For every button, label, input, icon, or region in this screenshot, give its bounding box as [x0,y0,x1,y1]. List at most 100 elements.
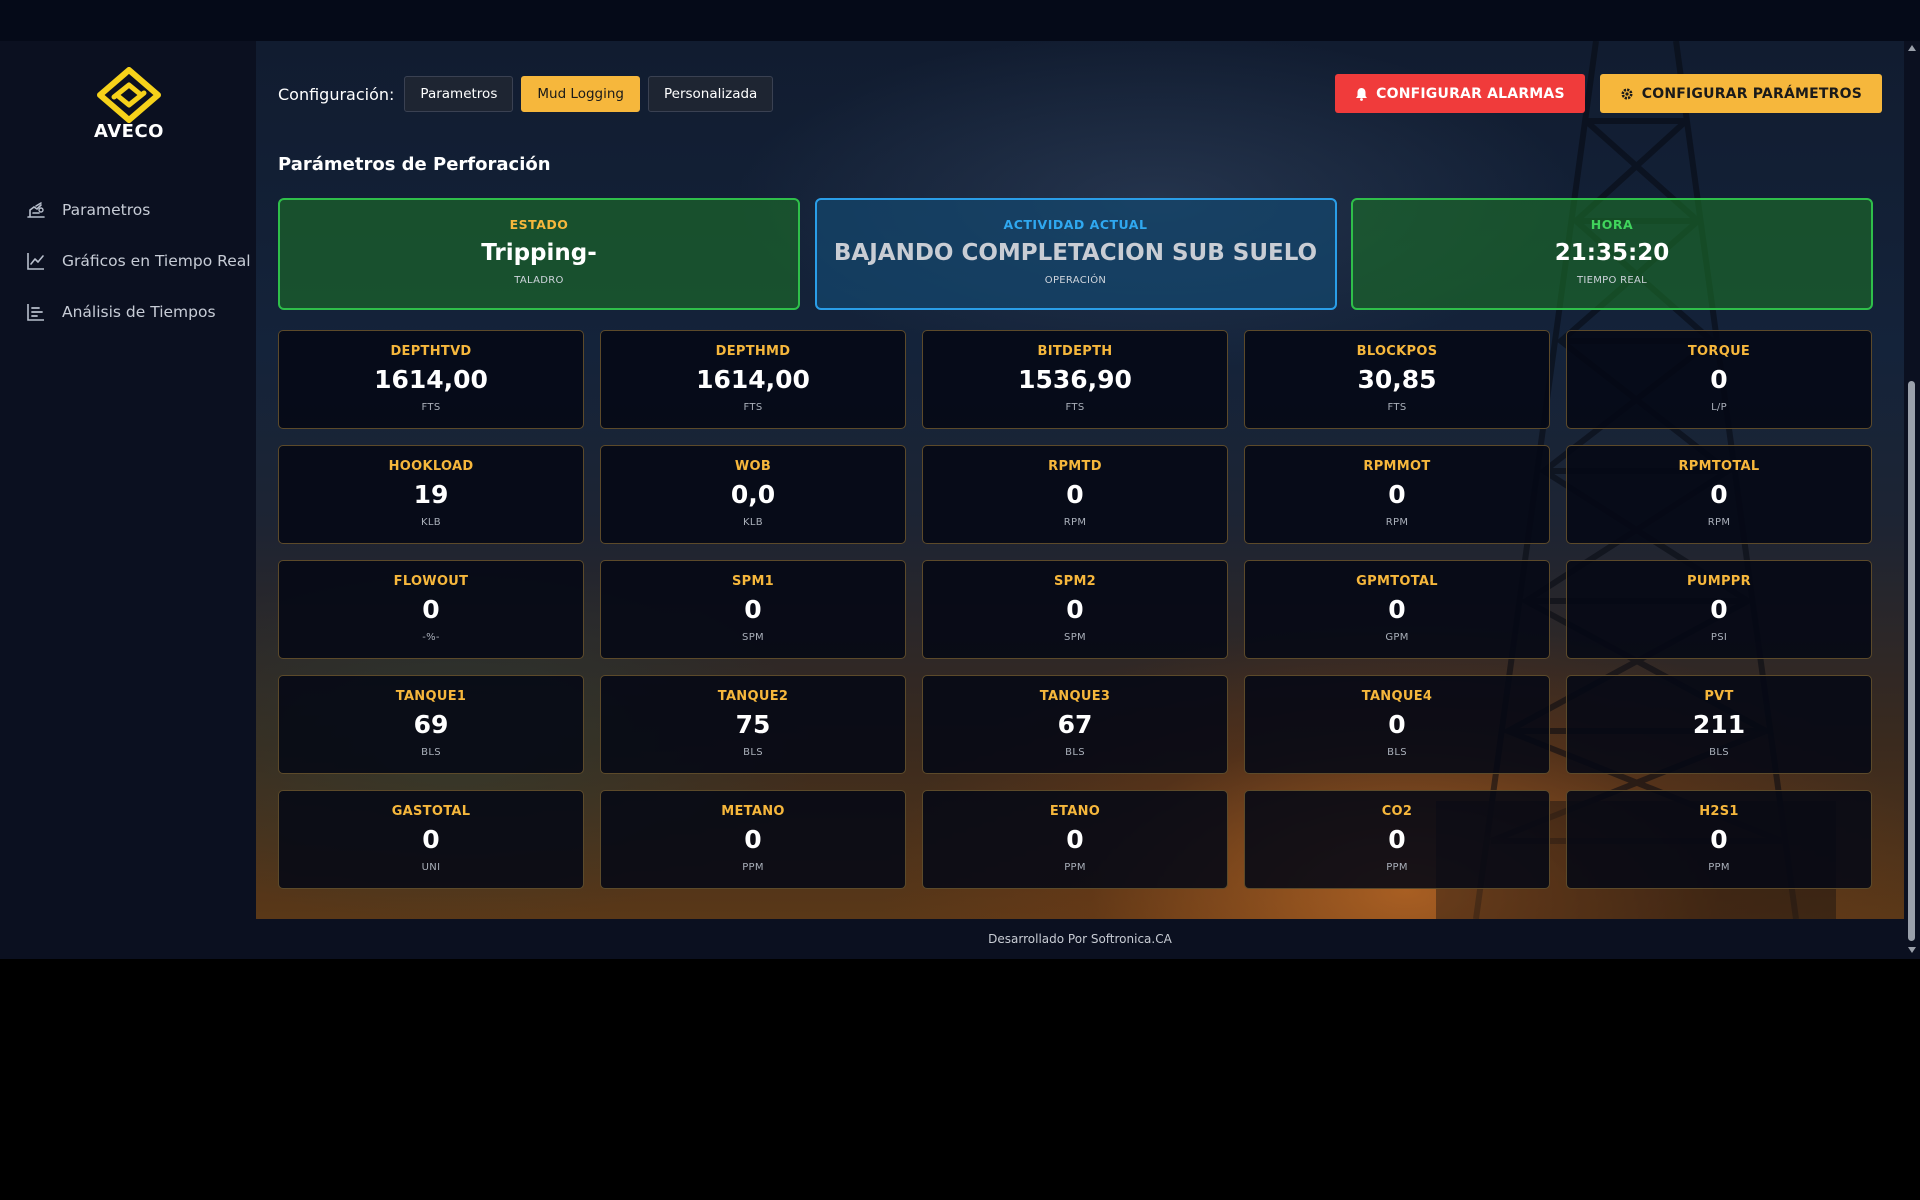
param-value: 0 [422,595,440,624]
param-name: TANQUE4 [1361,689,1433,704]
param-card-wob: WOB 0,0 KLB [600,445,906,544]
param-card-torque: TORQUE 0 L/P [1566,330,1872,429]
tab-parametros[interactable]: Parametros [404,76,514,112]
param-unit: L/P [1711,402,1727,413]
sidebar-item-graficos[interactable]: Gráficos en Tiempo Real [0,235,256,286]
param-name: DEPTHMD [715,344,791,359]
param-card-etano: ETANO 0 PPM [922,790,1228,889]
status-card-actividad: ACTIVIDAD ACTUAL BAJANDO COMPLETACION SU… [814,198,1337,310]
sidebar-item-label: Análisis de Tiempos [62,302,216,321]
param-name: DEPTHTVD [390,344,472,359]
param-value: 1614,00 [374,365,488,394]
param-card-tanque4: TANQUE4 0 BLS [1244,675,1550,774]
scroll-down-arrow[interactable] [1908,947,1916,953]
param-unit: PSI [1710,632,1728,643]
param-unit: FTS [421,402,441,413]
param-name: FLOWOUT [393,574,469,589]
param-value: 0,0 [730,480,776,509]
param-name: RPMTD [1048,459,1102,474]
param-value: 0 [1066,825,1084,854]
param-name: TANQUE3 [1039,689,1111,704]
param-name: PVT [1704,689,1734,704]
param-name: SPM2 [1053,574,1097,589]
status-card-hora: HORA 21:35:20 TIEMPO REAL [1351,198,1873,310]
param-unit: KLB [421,517,441,528]
param-value: 211 [1692,710,1746,739]
configure-params-button[interactable]: CONFIGURAR PARÁMETROS [1599,74,1882,113]
status-sublabel: TALADRO [514,275,564,286]
param-value: 69 [413,710,449,739]
param-unit: FTS [743,402,763,413]
param-name: PUMPPR [1687,574,1751,589]
tab-mud-logging[interactable]: Mud Logging [521,76,640,112]
param-unit: PPM [1386,862,1408,873]
param-value: 0 [1710,595,1728,624]
param-card-tanque3: TANQUE3 67 BLS [922,675,1228,774]
param-unit: -%- [422,632,440,643]
param-value: 0 [1388,595,1406,624]
drill-rig-icon [26,200,46,220]
tab-personalizada[interactable]: Personalizada [647,76,774,112]
param-value: 0 [422,825,440,854]
param-name: GASTOTAL [391,804,471,819]
param-unit: PPM [742,862,764,873]
param-value: 1614,00 [696,365,810,394]
scroll-thumb[interactable] [1908,381,1915,941]
param-card-co2: CO2 0 PPM [1244,790,1550,889]
status-value: 21:35:20 [1554,240,1670,266]
param-card-gpmtotal: GPMTOTAL 0 GPM [1244,560,1550,659]
param-card-rpmtotal: RPMTOTAL 0 RPM [1566,445,1872,544]
top-strip [0,0,1920,41]
scroll-up-arrow[interactable] [1908,45,1916,51]
line-chart-icon [26,251,46,271]
param-unit: SPM [742,632,764,643]
param-card-blockpos: BLOCKPOS 30,85 FTS [1244,330,1550,429]
status-label: HORA [1590,217,1634,232]
action-buttons: CONFIGURAR ALARMAS CONFIGURAR PARÁMETROS [1335,74,1882,113]
status-value: BAJANDO COMPLETACION SUB SUELO [833,240,1318,266]
param-name: METANO [721,804,785,819]
brand-logo[interactable]: AVECO [84,67,174,149]
param-card-metano: METANO 0 PPM [600,790,906,889]
status-row: ESTADO Tripping- TALADRO ACTIVIDAD ACTUA… [278,198,1873,310]
param-value: 0 [1710,825,1728,854]
brand-name: AVECO [94,121,164,142]
config-toolbar: Configuración: Parametros Mud Logging Pe… [278,75,781,113]
sidebar-item-analisis[interactable]: Análisis de Tiempos [0,286,256,337]
sidebar-nav: Parametros Gráficos en Tiempo Real Análi… [0,184,256,337]
sidebar: AVECO Parametros Gráficos en Tiempo Real… [0,41,256,959]
status-card-estado: ESTADO Tripping- TALADRO [278,198,800,310]
param-unit: BLS [1387,747,1407,758]
footer-credit: Desarrollado Por Softronica.CA [988,932,1172,946]
param-unit: BLS [1065,747,1085,758]
param-unit: RPM [1063,517,1087,528]
vertical-scrollbar[interactable] [1904,41,1920,959]
param-value: 0 [1066,595,1084,624]
gear-icon [1620,87,1634,101]
sidebar-item-label: Parametros [62,200,151,219]
configure-params-label: CONFIGURAR PARÁMETROS [1641,85,1862,102]
param-card-gastotal: GASTOTAL 0 UNI [278,790,584,889]
param-card-spm1: SPM1 0 SPM [600,560,906,659]
param-value: 0 [1066,480,1084,509]
param-unit: RPM [1707,517,1731,528]
param-card-bitdepth: BITDEPTH 1536,90 FTS [922,330,1228,429]
param-name: TANQUE1 [395,689,467,704]
aveco-logo-icon [97,67,161,123]
param-unit: PPM [1708,862,1730,873]
param-unit: PPM [1064,862,1086,873]
footer: Desarrollado Por Softronica.CA [256,919,1904,959]
param-unit: FTS [1387,402,1407,413]
configure-alarms-button[interactable]: CONFIGURAR ALARMAS [1335,74,1585,113]
param-name: TORQUE [1687,344,1751,359]
status-label: ACTIVIDAD ACTUAL [1003,217,1148,232]
param-card-h2s1: H2S1 0 PPM [1566,790,1872,889]
param-value: 0 [1388,710,1406,739]
param-name: BLOCKPOS [1356,344,1438,359]
bar-chart-icon [26,302,46,322]
configure-alarms-label: CONFIGURAR ALARMAS [1376,85,1565,102]
param-card-tanque2: TANQUE2 75 BLS [600,675,906,774]
param-value: 0 [1388,480,1406,509]
param-card-rpmmot: RPMMOT 0 RPM [1244,445,1550,544]
sidebar-item-parametros[interactable]: Parametros [0,184,256,235]
